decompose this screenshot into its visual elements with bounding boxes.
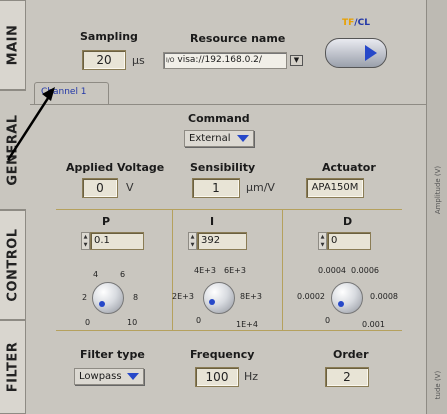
chevron-down-icon — [127, 373, 139, 380]
i-tick-2e3: 2E+3 — [172, 292, 194, 301]
d-tick-0.0002: 0.0002 — [297, 292, 325, 301]
pid-divider-2 — [282, 210, 283, 330]
p-value[interactable]: 0.1 — [90, 232, 144, 250]
sensibility-input[interactable]: 1 — [192, 178, 240, 198]
filter-type-select[interactable]: Lowpass — [74, 368, 144, 385]
applied-voltage-field: 0 — [82, 178, 118, 198]
d-knob[interactable] — [331, 282, 363, 314]
order-input[interactable]: 2 — [325, 367, 369, 387]
frequency-unit: Hz — [244, 370, 259, 383]
actuator-label: Actuator — [322, 161, 376, 174]
spinner-arrows-icon[interactable]: ▲ ▼ — [188, 232, 197, 250]
d-tick-0.0008: 0.0008 — [370, 292, 398, 301]
knob-indicator-icon — [99, 301, 105, 307]
sensibility-unit: µm/V — [246, 181, 275, 194]
p-tick-8: 8 — [133, 293, 139, 302]
d-control[interactable]: ▲ ▼ 0 — [318, 232, 371, 250]
actuator-field: APA150M — [306, 178, 364, 198]
i-tick-4e3: 4E+3 — [194, 266, 216, 275]
i-tick-8e3: 8E+3 — [240, 292, 262, 301]
command-value: External — [189, 133, 231, 144]
p-tick-4: 4 — [93, 270, 99, 279]
i-knob[interactable] — [203, 282, 235, 314]
spinner-arrows-icon[interactable]: ▲ ▼ — [81, 232, 90, 250]
pid-frame-top — [56, 209, 402, 210]
filter-type-label: Filter type — [80, 348, 145, 361]
p-label: P — [102, 215, 111, 228]
p-knob[interactable] — [92, 282, 124, 314]
applied-voltage-label: Applied Voltage — [66, 161, 165, 174]
command-select[interactable]: External — [184, 130, 254, 147]
p-tick-10: 10 — [127, 318, 138, 327]
d-value[interactable]: 0 — [327, 232, 371, 250]
pid-frame-bottom — [56, 330, 402, 331]
d-label: D — [343, 215, 353, 228]
frequency-label: Frequency — [190, 348, 255, 361]
p-tick-0: 0 — [85, 318, 91, 327]
i-value[interactable]: 392 — [197, 232, 247, 250]
i-control[interactable]: ▲ ▼ 392 — [188, 232, 247, 250]
i-tick-0: 0 — [196, 316, 202, 325]
applied-voltage-unit: V — [126, 181, 134, 194]
d-tick-0.0004: 0.0004 — [318, 266, 346, 275]
order-label: Order — [333, 348, 369, 361]
frequency-input[interactable]: 100 — [195, 367, 239, 387]
command-label: Command — [188, 112, 250, 125]
sensibility-label: Sensibility — [190, 161, 256, 174]
d-tick-0.0006: 0.0006 — [351, 266, 379, 275]
pid-divider-1 — [172, 210, 173, 330]
p-control[interactable]: ▲ ▼ 0.1 — [81, 232, 144, 250]
p-tick-6: 6 — [120, 270, 126, 279]
i-tick-1e4: 1E+4 — [236, 320, 258, 329]
filter-type-value: Lowpass — [79, 371, 122, 382]
chevron-down-icon — [237, 135, 249, 142]
i-tick-6e3: 6E+3 — [224, 266, 246, 275]
i-label: I — [210, 215, 215, 228]
spinner-arrows-icon[interactable]: ▲ ▼ — [318, 232, 327, 250]
knob-indicator-icon — [338, 301, 344, 307]
p-tick-2: 2 — [82, 293, 88, 302]
d-tick-0: 0 — [325, 316, 331, 325]
knob-indicator-icon — [209, 299, 215, 305]
d-tick-0.001: 0.001 — [362, 320, 385, 329]
